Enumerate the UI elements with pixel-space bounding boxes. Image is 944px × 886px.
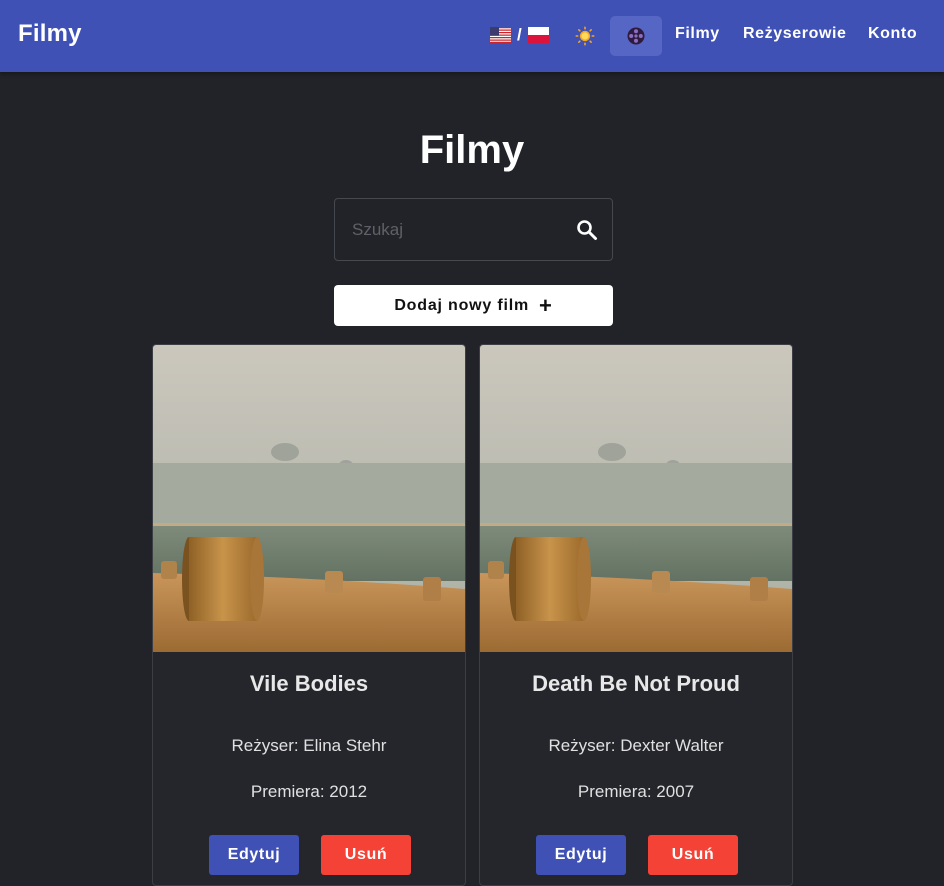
page-title: Filmy [419, 128, 525, 172]
movie-poster [480, 345, 792, 652]
search-icon[interactable] [575, 218, 599, 242]
nav-link-directors[interactable]: Reżyserowie [743, 25, 847, 43]
delete-button[interactable]: Usuń [648, 835, 738, 875]
delete-button[interactable]: Usuń [321, 835, 411, 875]
movie-director: Reżyser: Elina Stehr [231, 736, 387, 755]
search-input[interactable] [352, 217, 552, 243]
add-movie-button-label: Dodaj nowy film [394, 296, 529, 314]
movie-premiere: Premiera: 2012 [250, 782, 368, 801]
movie-card: Death Be Not Proud Reżyser: Dexter Walte… [479, 344, 793, 886]
theme-toggle-button[interactable] [571, 24, 599, 48]
movie-card: Vile Bodies Reżyser: Elina Stehr Premier… [152, 344, 466, 886]
plus-icon: + [539, 292, 553, 318]
pl-flag-icon[interactable] [527, 27, 549, 43]
add-movie-button[interactable]: Dodaj nowy film + [334, 285, 613, 326]
movie-poster [153, 345, 465, 652]
movie-premiere: Premiera: 2007 [577, 782, 695, 801]
nav-link-filmy[interactable]: Filmy [675, 25, 720, 43]
language-switcher[interactable]: / [490, 24, 549, 46]
movie-title[interactable]: Death Be Not Proud [480, 671, 792, 697]
us-flag-icon[interactable] [490, 27, 511, 43]
film-reel-icon [627, 27, 645, 45]
language-separator: / [517, 25, 522, 44]
top-app-bar: Filmy / Filmy Reżyserowie Konto [0, 0, 944, 72]
app-brand[interactable]: Filmy [18, 20, 82, 48]
sun-icon [575, 26, 595, 46]
edit-button[interactable]: Edytuj [536, 835, 626, 875]
nav-link-account[interactable]: Konto [868, 25, 917, 43]
search-box [334, 198, 613, 261]
edit-button[interactable]: Edytuj [209, 835, 299, 875]
movie-title[interactable]: Vile Bodies [153, 671, 465, 697]
film-reel-button[interactable] [610, 16, 662, 56]
movie-director: Reżyser: Dexter Walter [548, 736, 724, 755]
